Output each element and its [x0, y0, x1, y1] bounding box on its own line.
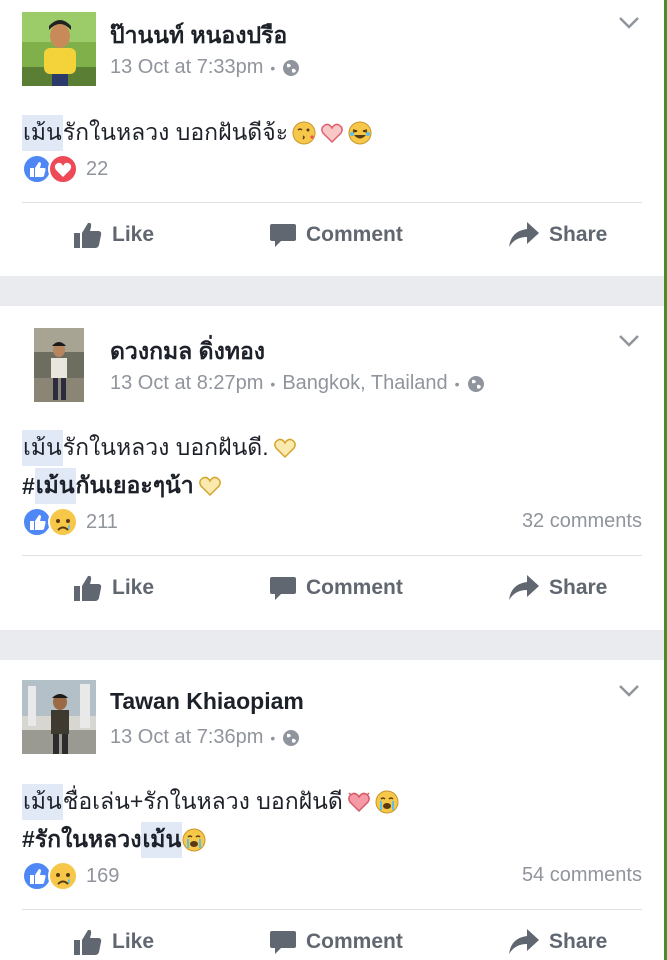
post-text: รักในหลวง บอกฝันดีจ้ะ: [62, 119, 289, 145]
like-label: Like: [112, 223, 155, 246]
reaction-summary[interactable]: 211: [22, 507, 118, 537]
timestamp[interactable]: 13 Oct at 7:33pm: [110, 56, 263, 79]
reaction-count: 22: [86, 157, 109, 180]
beating-heart-icon: [347, 792, 370, 813]
like-button[interactable]: Like: [74, 222, 154, 248]
post-1: ป๊านนท์ หนองปรือ 13 Oct at 7:33pm • เม้น…: [0, 0, 664, 276]
sad-icon: [48, 507, 78, 537]
like-button[interactable]: Like: [74, 575, 154, 601]
divider: [22, 202, 642, 203]
hashtag-mention[interactable]: เม้น: [34, 468, 76, 504]
comment-label: Comment: [306, 930, 403, 953]
post-2: ดวงกมล ดิ่งทอง 13 Oct at 8:27pm • Bangko…: [0, 306, 664, 630]
globe-icon: [467, 375, 484, 392]
mention-tag[interactable]: เม้น: [22, 115, 63, 151]
reaction-summary[interactable]: 22: [22, 154, 108, 184]
hashtag-mention[interactable]: เม้น: [141, 822, 183, 858]
author-name[interactable]: ป๊านนท์ หนองปรือ: [110, 18, 287, 54]
thumbs-up-icon: [74, 222, 102, 248]
globe-icon: [283, 59, 300, 76]
avatar[interactable]: [22, 680, 96, 754]
post-text-line-1: เม้น ชื่อเล่น+รักในหลวง บอกฝันดี: [22, 784, 399, 820]
comments-count[interactable]: 54 comments: [522, 864, 642, 887]
hashtag-prefix[interactable]: #: [22, 473, 35, 500]
separator: •: [454, 375, 460, 392]
share-button[interactable]: Share: [509, 575, 607, 601]
post-text-line-2: #รักในหลวง เม้น: [22, 822, 206, 858]
thumbs-up-icon: [74, 929, 102, 955]
reaction-count: 211: [86, 510, 118, 533]
share-button[interactable]: Share: [509, 222, 607, 248]
crying-emoji-icon: [182, 828, 206, 852]
feed-separator: [0, 276, 664, 306]
comment-label: Comment: [306, 576, 403, 599]
avatar[interactable]: [22, 12, 96, 86]
hashtag-rest[interactable]: กันเยอะๆน้า: [76, 468, 194, 504]
post-text: รักในหลวง บอกฝันดี.: [62, 434, 269, 460]
post-meta: 13 Oct at 8:27pm • Bangkok, Thailand •: [110, 372, 485, 395]
share-label: Share: [549, 223, 608, 246]
author-name[interactable]: ดวงกมล ดิ่งทอง: [110, 334, 265, 370]
crying-emoji-icon: [375, 790, 399, 814]
separator: •: [270, 59, 276, 76]
heart-emoji-icon: [321, 123, 343, 144]
post-meta: 13 Oct at 7:33pm •: [110, 56, 300, 79]
divider: [22, 909, 642, 910]
sad-icon: [48, 861, 78, 891]
share-label: Share: [549, 576, 608, 599]
post-text-line-1: เม้น รักในหลวง บอกฝันดีจ้ะ: [22, 115, 372, 151]
comment-button[interactable]: Comment: [270, 575, 403, 601]
hashtag-prefix[interactable]: #รักในหลวง: [22, 822, 141, 858]
thumbs-up-icon: [74, 575, 102, 601]
comment-button[interactable]: Comment: [270, 222, 403, 248]
comment-icon: [270, 931, 296, 954]
post-3: Tawan Khiaopiam 13 Oct at 7:36pm • เม้น …: [0, 660, 664, 960]
laughing-emoji-icon: [348, 121, 372, 145]
location[interactable]: Bangkok, Thailand: [282, 372, 447, 395]
love-icon: [48, 154, 78, 184]
share-button[interactable]: Share: [509, 929, 607, 955]
chevron-down-icon[interactable]: [618, 16, 640, 30]
author-name[interactable]: Tawan Khiaopiam: [110, 688, 304, 715]
reaction-count: 169: [86, 864, 120, 887]
chevron-down-icon[interactable]: [618, 334, 640, 348]
post-text-line-1: เม้น รักในหลวง บอกฝันดี.: [22, 430, 297, 466]
like-label: Like: [112, 576, 155, 599]
like-button[interactable]: Like: [74, 929, 154, 955]
divider: [22, 555, 642, 556]
comment-icon: [270, 224, 296, 247]
share-icon: [509, 222, 539, 247]
share-icon: [509, 575, 539, 600]
comment-icon: [270, 577, 296, 600]
share-label: Share: [549, 930, 608, 953]
timestamp[interactable]: 13 Oct at 7:36pm: [110, 726, 263, 749]
comment-button[interactable]: Comment: [270, 929, 403, 955]
comments-count[interactable]: 32 comments: [522, 510, 642, 533]
avatar[interactable]: [34, 328, 84, 402]
timestamp[interactable]: 13 Oct at 8:27pm: [110, 372, 263, 395]
like-label: Like: [112, 930, 155, 953]
reaction-summary[interactable]: 169: [22, 861, 119, 891]
kiss-emoji-icon: [292, 121, 316, 145]
chevron-down-icon[interactable]: [618, 684, 640, 698]
feed-separator: [0, 630, 664, 660]
post-text-line-2: # เม้น กันเยอะๆน้า: [22, 468, 222, 504]
comment-label: Comment: [306, 223, 403, 246]
post-text: ชื่อเล่น+รักในหลวง บอกฝันดี: [62, 788, 343, 814]
mention-tag[interactable]: เม้น: [22, 784, 63, 820]
share-icon: [509, 929, 539, 954]
yellow-heart-icon: [273, 438, 296, 459]
mention-tag[interactable]: เม้น: [22, 430, 63, 466]
separator: •: [270, 729, 276, 746]
post-meta: 13 Oct at 7:36pm •: [110, 726, 300, 749]
yellow-heart-icon: [198, 476, 221, 497]
separator: •: [270, 375, 276, 392]
globe-icon: [283, 729, 300, 746]
